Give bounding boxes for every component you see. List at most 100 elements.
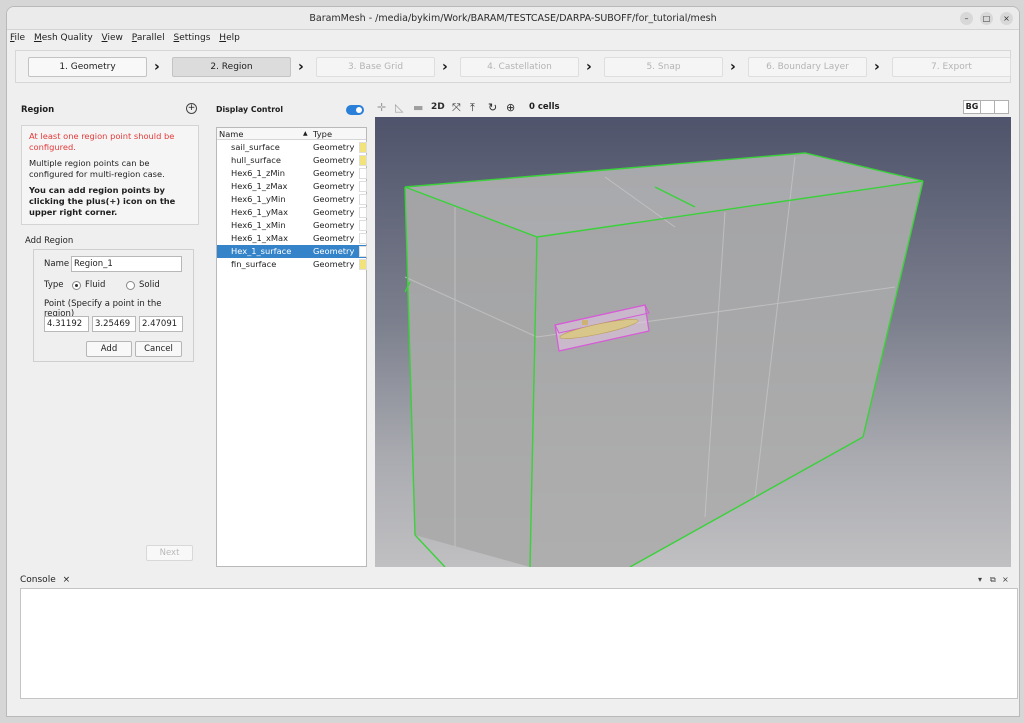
row-type: Geometry <box>313 259 355 269</box>
table-row[interactable]: sail_surface Geometry <box>217 141 367 154</box>
ruler-icon[interactable]: ◺ <box>395 100 403 115</box>
bg-label: BG <box>965 102 979 111</box>
bg-selector[interactable]: BG <box>963 100 1009 114</box>
zoom-icon[interactable]: ⊕ <box>506 100 515 115</box>
row-name: Hex6_1_zMax <box>231 181 288 191</box>
close-icon[interactable]: × <box>63 575 71 585</box>
plus-circle-icon[interactable]: + <box>186 103 197 114</box>
color-swatch[interactable] <box>359 233 367 244</box>
float-icon[interactable]: ⧉ <box>990 575 996 585</box>
close-button[interactable]: × <box>1000 12 1013 25</box>
region-name-field[interactable]: Region_1 <box>71 256 182 272</box>
row-type: Geometry <box>313 207 355 217</box>
chevron-right-icon: › <box>442 59 448 75</box>
step-base-grid[interactable]: 3. Base Grid <box>316 57 435 77</box>
table-header: Name ▲ Type <box>217 128 366 140</box>
step-region[interactable]: 2. Region <box>172 57 291 77</box>
plane-icon[interactable]: ▬ <box>413 100 423 115</box>
menu-parallel[interactable]: Parallel <box>129 30 168 46</box>
step-navigation: 1. Geometry › 2. Region › 3. Base Grid ›… <box>15 50 1011 83</box>
menu-settings[interactable]: Settings <box>170 30 213 46</box>
menu-file[interactable]: File <box>7 30 28 46</box>
color-swatch[interactable] <box>359 259 367 270</box>
point-y-field[interactable]: 3.25469 <box>92 316 136 332</box>
column-name-header[interactable]: Name <box>219 128 243 140</box>
menu-view[interactable]: View <box>99 30 126 46</box>
column-type-header[interactable]: Type <box>313 128 332 140</box>
table-row[interactable]: Hex6_1_yMax Geometry <box>217 206 367 219</box>
table-row[interactable]: Hex6_1_yMin Geometry <box>217 193 367 206</box>
menu-help[interactable]: Help <box>216 30 243 46</box>
step-geometry[interactable]: 1. Geometry <box>28 57 147 77</box>
table-row[interactable]: Hex6_1_xMin Geometry <box>217 219 367 232</box>
fit-icon[interactable]: ⤧ <box>452 100 461 115</box>
table-row[interactable]: hull_surface Geometry <box>217 154 367 167</box>
row-name: Hex6_1_zMin <box>231 168 286 178</box>
table-row-selected[interactable]: Hex_1_surface Geometry <box>217 245 367 258</box>
chevron-right-icon: › <box>154 59 160 75</box>
fluid-label[interactable]: Fluid <box>85 280 105 290</box>
bg-swatch-gradient[interactable] <box>994 101 1008 113</box>
step-export[interactable]: 7. Export <box>892 57 1011 77</box>
console-output[interactable] <box>20 588 1018 699</box>
color-swatch[interactable] <box>359 220 367 231</box>
bg-swatch-white[interactable] <box>980 101 994 113</box>
row-name: fin_surface <box>231 259 277 269</box>
region-panel-title: Region <box>21 105 55 115</box>
3d-viewport[interactable] <box>375 117 1011 567</box>
close-icon[interactable]: × <box>1002 575 1009 584</box>
box-front-face <box>530 181 923 567</box>
rotate-icon[interactable]: ↻ <box>488 100 497 115</box>
console-tab[interactable]: Console × <box>20 575 70 585</box>
row-type: Geometry <box>313 142 355 152</box>
table-row[interactable]: Hex6_1_xMax Geometry <box>217 232 367 245</box>
table-row[interactable]: fin_surface Geometry <box>217 258 367 271</box>
chevron-right-icon: › <box>874 59 880 75</box>
add-button[interactable]: Add <box>86 341 132 357</box>
box-left-face <box>405 187 537 567</box>
up-icon[interactable]: ⤒ <box>470 100 475 115</box>
point-z-field[interactable]: 2.47091 <box>139 316 183 332</box>
color-swatch[interactable] <box>359 207 367 218</box>
minimize-button[interactable]: – <box>960 12 973 25</box>
menu-bar: File Mesh Quality View Parallel Settings… <box>7 30 1019 46</box>
display-toggle[interactable] <box>346 105 364 115</box>
maximize-button[interactable]: □ <box>980 12 993 25</box>
row-type: Geometry <box>313 155 355 165</box>
row-name: Hex6_1_xMax <box>231 233 289 243</box>
row-name: Hex6_1_yMax <box>231 207 289 217</box>
step-castellation[interactable]: 4. Castellation <box>460 57 579 77</box>
2d-view-button[interactable]: 2D <box>431 100 445 115</box>
row-type: Geometry <box>313 233 355 243</box>
menu-mesh-quality[interactable]: Mesh Quality <box>31 30 96 46</box>
next-button[interactable]: Next <box>146 545 193 561</box>
row-type: Geometry <box>313 194 355 204</box>
row-name: sail_surface <box>231 142 280 152</box>
color-swatch[interactable] <box>359 194 367 205</box>
color-swatch[interactable] <box>359 181 367 192</box>
cancel-button[interactable]: Cancel <box>135 341 182 357</box>
row-name: hull_surface <box>231 155 281 165</box>
color-swatch[interactable] <box>359 168 367 179</box>
name-label: Name <box>44 259 70 269</box>
step-snap[interactable]: 5. Snap <box>604 57 723 77</box>
color-swatch[interactable] <box>359 155 367 166</box>
table-row[interactable]: Hex6_1_zMin Geometry <box>217 167 367 180</box>
solid-label[interactable]: Solid <box>139 280 160 290</box>
point-x-field[interactable]: 4.31192 <box>44 316 89 332</box>
chevron-right-icon: › <box>298 59 304 75</box>
color-swatch[interactable] <box>359 246 367 257</box>
row-type: Geometry <box>313 168 355 178</box>
region-info-text: Multiple region points can be configured… <box>29 158 165 179</box>
step-boundary-layer[interactable]: 6. Boundary Layer <box>748 57 867 77</box>
region-hint-text: You can add region points by clicking th… <box>29 185 176 217</box>
color-swatch[interactable] <box>359 142 367 153</box>
chevron-down-icon[interactable]: ▾ <box>978 575 982 584</box>
table-row[interactable]: Hex6_1_zMax Geometry <box>217 180 367 193</box>
solid-radio[interactable] <box>126 281 135 290</box>
axes-icon[interactable]: ✛ <box>377 100 386 115</box>
region-message-box: At least one region point should be conf… <box>21 125 199 225</box>
row-name: Hex6_1_yMin <box>231 194 286 204</box>
sort-up-icon[interactable]: ▲ <box>303 128 308 140</box>
fluid-radio[interactable] <box>72 281 81 290</box>
